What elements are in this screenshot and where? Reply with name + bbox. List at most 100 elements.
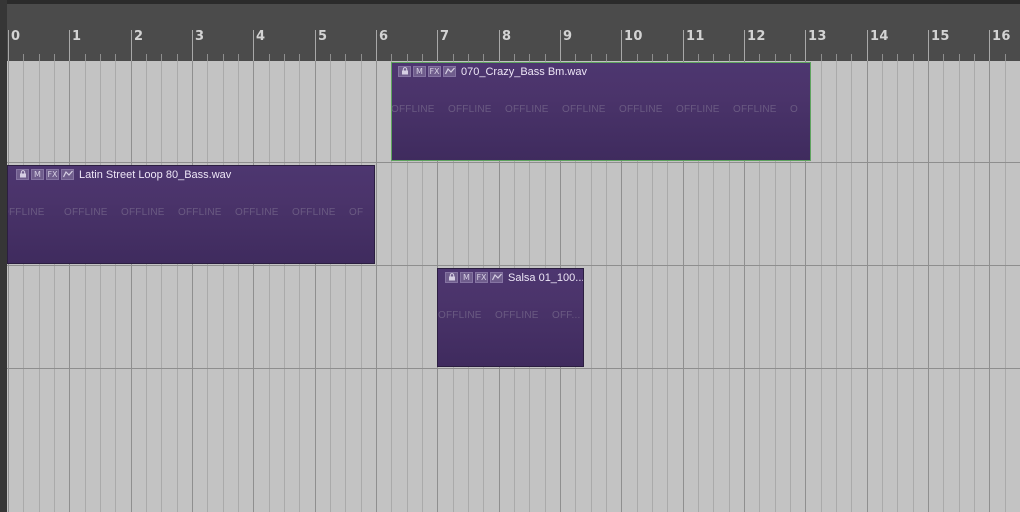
grid-beat-line bbox=[299, 61, 300, 512]
offline-label: OFFLINE bbox=[121, 207, 165, 218]
grid-beat-line bbox=[161, 61, 162, 512]
grid-beat-line bbox=[821, 61, 822, 512]
grid-beat-line bbox=[238, 61, 239, 512]
offline-label: OFFLINE bbox=[64, 207, 108, 218]
track-divider bbox=[7, 162, 1020, 163]
grid-beat-line bbox=[284, 61, 285, 512]
fx-button[interactable]: FX bbox=[475, 272, 488, 283]
offline-labels: OFFLINE OFFLINE OFF... bbox=[438, 310, 583, 324]
grid-beat-line bbox=[836, 61, 837, 512]
mute-button[interactable]: M bbox=[413, 66, 426, 77]
grid-beat-line bbox=[85, 61, 86, 512]
audio-clip[interactable]: M FX Salsa 01_100... OFFLINE OFFLINE OFF… bbox=[437, 268, 584, 367]
bar-tick bbox=[989, 30, 990, 65]
offline-label: OFFLINE bbox=[676, 104, 720, 115]
bar-number: 5 bbox=[318, 29, 328, 44]
bar-number: 1 bbox=[72, 29, 82, 44]
lock-icon[interactable] bbox=[16, 169, 29, 180]
audio-clip[interactable]: M FX Latin Street Loop 80_Bass.wav OFFLI… bbox=[7, 165, 375, 264]
grid-beat-line bbox=[269, 61, 270, 512]
bar-tick bbox=[192, 30, 193, 65]
grid-beat-line bbox=[959, 61, 960, 512]
grid-bar-line bbox=[69, 61, 70, 512]
bar-number: 2 bbox=[134, 29, 144, 44]
track-divider bbox=[7, 368, 1020, 369]
bar-tick bbox=[315, 30, 316, 65]
offline-labels: OFFLINE OFFLINE OFFLINE OFFLINE OFFLINE … bbox=[8, 207, 374, 221]
envelope-icon[interactable] bbox=[61, 169, 74, 180]
bar-tick bbox=[560, 30, 561, 65]
mute-button[interactable]: M bbox=[31, 169, 44, 180]
bar-tick bbox=[69, 30, 70, 65]
offline-label: OFFLINE bbox=[448, 104, 492, 115]
bar-number: 16 bbox=[992, 29, 1011, 44]
bar-tick bbox=[8, 30, 9, 65]
bar-tick bbox=[437, 30, 438, 65]
grid-beat-line bbox=[1005, 61, 1006, 512]
arrange-area[interactable]: M FX 070_Crazy_Bass Bm.wav OFFLINE OFFLI… bbox=[0, 61, 1020, 512]
offline-label: OFFLINE bbox=[733, 104, 777, 115]
grid-bar-line bbox=[131, 61, 132, 512]
bar-tick bbox=[499, 30, 500, 65]
grid-bar-line bbox=[192, 61, 193, 512]
clip-header: M FX Latin Street Loop 80_Bass.wav bbox=[16, 168, 231, 181]
bar-tick bbox=[867, 30, 868, 65]
bar-tick bbox=[621, 30, 622, 65]
grid-beat-line bbox=[943, 61, 944, 512]
clip-name: Salsa 01_100... bbox=[508, 271, 584, 284]
offline-label: OFFLINE bbox=[619, 104, 663, 115]
grid-beat-line bbox=[23, 61, 24, 512]
grid-beat-line bbox=[177, 61, 178, 512]
bar-tick bbox=[744, 30, 745, 65]
grid-bar-line bbox=[989, 61, 990, 512]
lock-icon[interactable] bbox=[398, 66, 411, 77]
grid-beat-line bbox=[207, 61, 208, 512]
clip-name: Latin Street Loop 80_Bass.wav bbox=[79, 168, 232, 181]
audio-clip[interactable]: M FX 070_Crazy_Bass Bm.wav OFFLINE OFFLI… bbox=[391, 62, 811, 161]
grid-beat-line bbox=[223, 61, 224, 512]
bar-number: 10 bbox=[624, 29, 643, 44]
bar-number: 11 bbox=[686, 29, 705, 44]
bar-number: 0 bbox=[11, 29, 21, 44]
fx-button[interactable]: FX bbox=[46, 169, 59, 180]
bar-number: 4 bbox=[256, 29, 266, 44]
lock-icon[interactable] bbox=[445, 272, 458, 283]
offline-label: OFFLINE bbox=[495, 310, 539, 321]
grid-beat-line bbox=[54, 61, 55, 512]
bar-tick bbox=[376, 30, 377, 65]
bar-tick bbox=[805, 30, 806, 65]
clip-name: 070_Crazy_Bass Bm.wav bbox=[461, 65, 587, 78]
offline-label: OF bbox=[349, 207, 364, 218]
bar-number: 13 bbox=[808, 29, 827, 44]
offline-label: OFFLINE bbox=[505, 104, 549, 115]
grid-beat-line bbox=[851, 61, 852, 512]
grid-beat-line bbox=[100, 61, 101, 512]
bar-number: 15 bbox=[931, 29, 950, 44]
offline-label: OFF... bbox=[552, 310, 581, 321]
envelope-icon[interactable] bbox=[443, 66, 456, 77]
bar-tick bbox=[131, 30, 132, 65]
timeline-ruler[interactable]: 0 1 2 3 4 5 6 7 8 9 10 11 12 13 14 15 16 bbox=[0, 4, 1020, 65]
bar-number: 8 bbox=[502, 29, 512, 44]
mute-button[interactable]: M bbox=[460, 272, 473, 283]
offline-label: OFFLINE bbox=[235, 207, 279, 218]
grid-bar-line bbox=[376, 61, 377, 512]
grid-beat-line bbox=[882, 61, 883, 512]
grid-beat-line bbox=[39, 61, 40, 512]
grid-beat-line bbox=[146, 61, 147, 512]
grid-bar-line bbox=[253, 61, 254, 512]
bar-number: 14 bbox=[870, 29, 889, 44]
fx-button[interactable]: FX bbox=[428, 66, 441, 77]
envelope-icon[interactable] bbox=[490, 272, 503, 283]
left-edge-strip bbox=[0, 0, 7, 512]
grid-beat-line bbox=[345, 61, 346, 512]
bar-tick bbox=[253, 30, 254, 65]
offline-labels: OFFLINE OFFLINE OFFLINE OFFLINE OFFLINE … bbox=[392, 104, 810, 118]
track-divider bbox=[7, 265, 1020, 266]
offline-label: OFFLINE bbox=[8, 207, 45, 218]
offline-label: O bbox=[790, 104, 798, 115]
offline-label: OFFLINE bbox=[392, 104, 435, 115]
grid-beat-line bbox=[974, 61, 975, 512]
grid-bar-line bbox=[315, 61, 316, 512]
grid-beat-line bbox=[913, 61, 914, 512]
